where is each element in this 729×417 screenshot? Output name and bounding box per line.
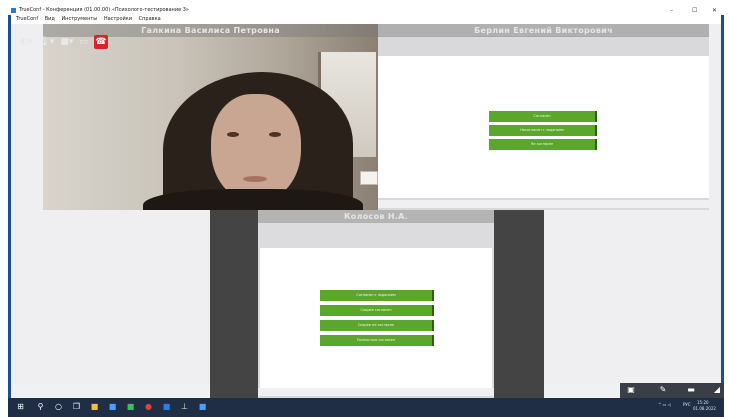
file-explorer-icon[interactable]: ■ xyxy=(90,402,99,411)
chat-icon[interactable]: ▬ xyxy=(686,385,696,395)
tile-letterbox-right xyxy=(494,210,544,398)
app-icon[interactable]: ⊥ xyxy=(180,402,189,411)
answer-button-4[interactable]: Полностью согласен xyxy=(320,335,434,346)
trueconf-taskbar-icon[interactable]: ■ xyxy=(162,402,171,411)
close-button[interactable]: ✕ xyxy=(712,6,717,15)
title-bar: TrueConf - Конференция (01.00.00) «Психо… xyxy=(8,6,724,15)
shared-screen-footer xyxy=(378,200,709,208)
hangup-icon[interactable]: ☎ xyxy=(93,34,108,49)
participant-eye xyxy=(227,132,239,137)
participant-eye xyxy=(269,132,281,137)
call-toolbar: ◐▾ 🎙▾ ■▾ ▭ ☎ xyxy=(14,34,150,49)
menu-item-settings[interactable]: Настройки xyxy=(104,16,132,22)
menu-item-help[interactable]: Справка xyxy=(139,16,161,22)
participant-name-berlin: Берлин Евгений Викторович xyxy=(378,24,709,37)
start-icon[interactable]: ⊞ xyxy=(16,402,25,411)
task-view-icon[interactable]: ❐ xyxy=(72,402,81,411)
speaker-icon[interactable]: ◐▾ xyxy=(20,37,32,47)
minimize-button[interactable]: – xyxy=(670,6,673,15)
tile-letterbox-left xyxy=(210,210,260,398)
answer-button-3[interactable]: Скорее не согласен xyxy=(320,320,434,331)
browser-icon[interactable]: ● xyxy=(144,402,153,411)
tray-date[interactable]: 01.08.2022 xyxy=(693,406,716,411)
participant-face xyxy=(211,94,301,202)
store-icon[interactable]: ■ xyxy=(108,402,117,411)
trueconf-app-icon xyxy=(11,8,16,13)
pinned-app-icon[interactable]: ■ xyxy=(198,402,207,411)
answer-button-1[interactable]: Согласен с заданием xyxy=(320,290,434,301)
cortana-icon[interactable]: ○ xyxy=(54,402,63,411)
shared-screen-kolosov[interactable] xyxy=(258,210,494,398)
tray-time[interactable]: 15:20 xyxy=(697,400,709,405)
menu-item-view[interactable]: Вид xyxy=(45,16,55,22)
answer-button-3[interactable]: Не согласен xyxy=(489,139,597,150)
participant-name-kolosov: Колосов Н.А. xyxy=(258,210,494,223)
share-screen-icon[interactable]: ▭ xyxy=(79,37,88,47)
menu-item-tools[interactable]: Инструменты xyxy=(61,16,97,22)
shared-screen-body xyxy=(260,248,492,388)
maximize-button[interactable]: ☐ xyxy=(692,6,697,15)
participant-shirt xyxy=(143,189,363,210)
tray-language[interactable]: РУС xyxy=(683,402,691,407)
participant-video[interactable] xyxy=(43,24,378,210)
wall-socket xyxy=(360,171,378,185)
tray-icons[interactable]: ^ ▭ ◁ xyxy=(658,402,671,407)
edit-icon[interactable]: ✎ xyxy=(658,385,668,395)
answer-button-2[interactable]: Скорее согласен xyxy=(320,305,434,316)
search-icon[interactable]: ⚲ xyxy=(36,402,45,411)
participant-lips xyxy=(243,176,267,182)
camera-icon[interactable]: ■▾ xyxy=(60,37,73,47)
layout-icon[interactable]: ▣ xyxy=(626,385,636,395)
microphone-icon[interactable]: 🎙▾ xyxy=(38,37,54,47)
answer-button-2[interactable]: Несогласен с заданием xyxy=(489,125,597,136)
excel-icon[interactable]: ■ xyxy=(126,402,135,411)
answer-button-1[interactable]: Согласен xyxy=(489,111,597,122)
participants-icon[interactable]: ◢ xyxy=(712,385,722,395)
window-title: TrueConf - Конференция (01.00.00) «Психо… xyxy=(19,7,189,13)
shared-screen-footer xyxy=(258,388,494,396)
menu-bar: TrueConf Вид Инструменты Настройки Справ… xyxy=(11,15,721,24)
menu-item-trueconf[interactable]: TrueConf xyxy=(16,16,38,22)
